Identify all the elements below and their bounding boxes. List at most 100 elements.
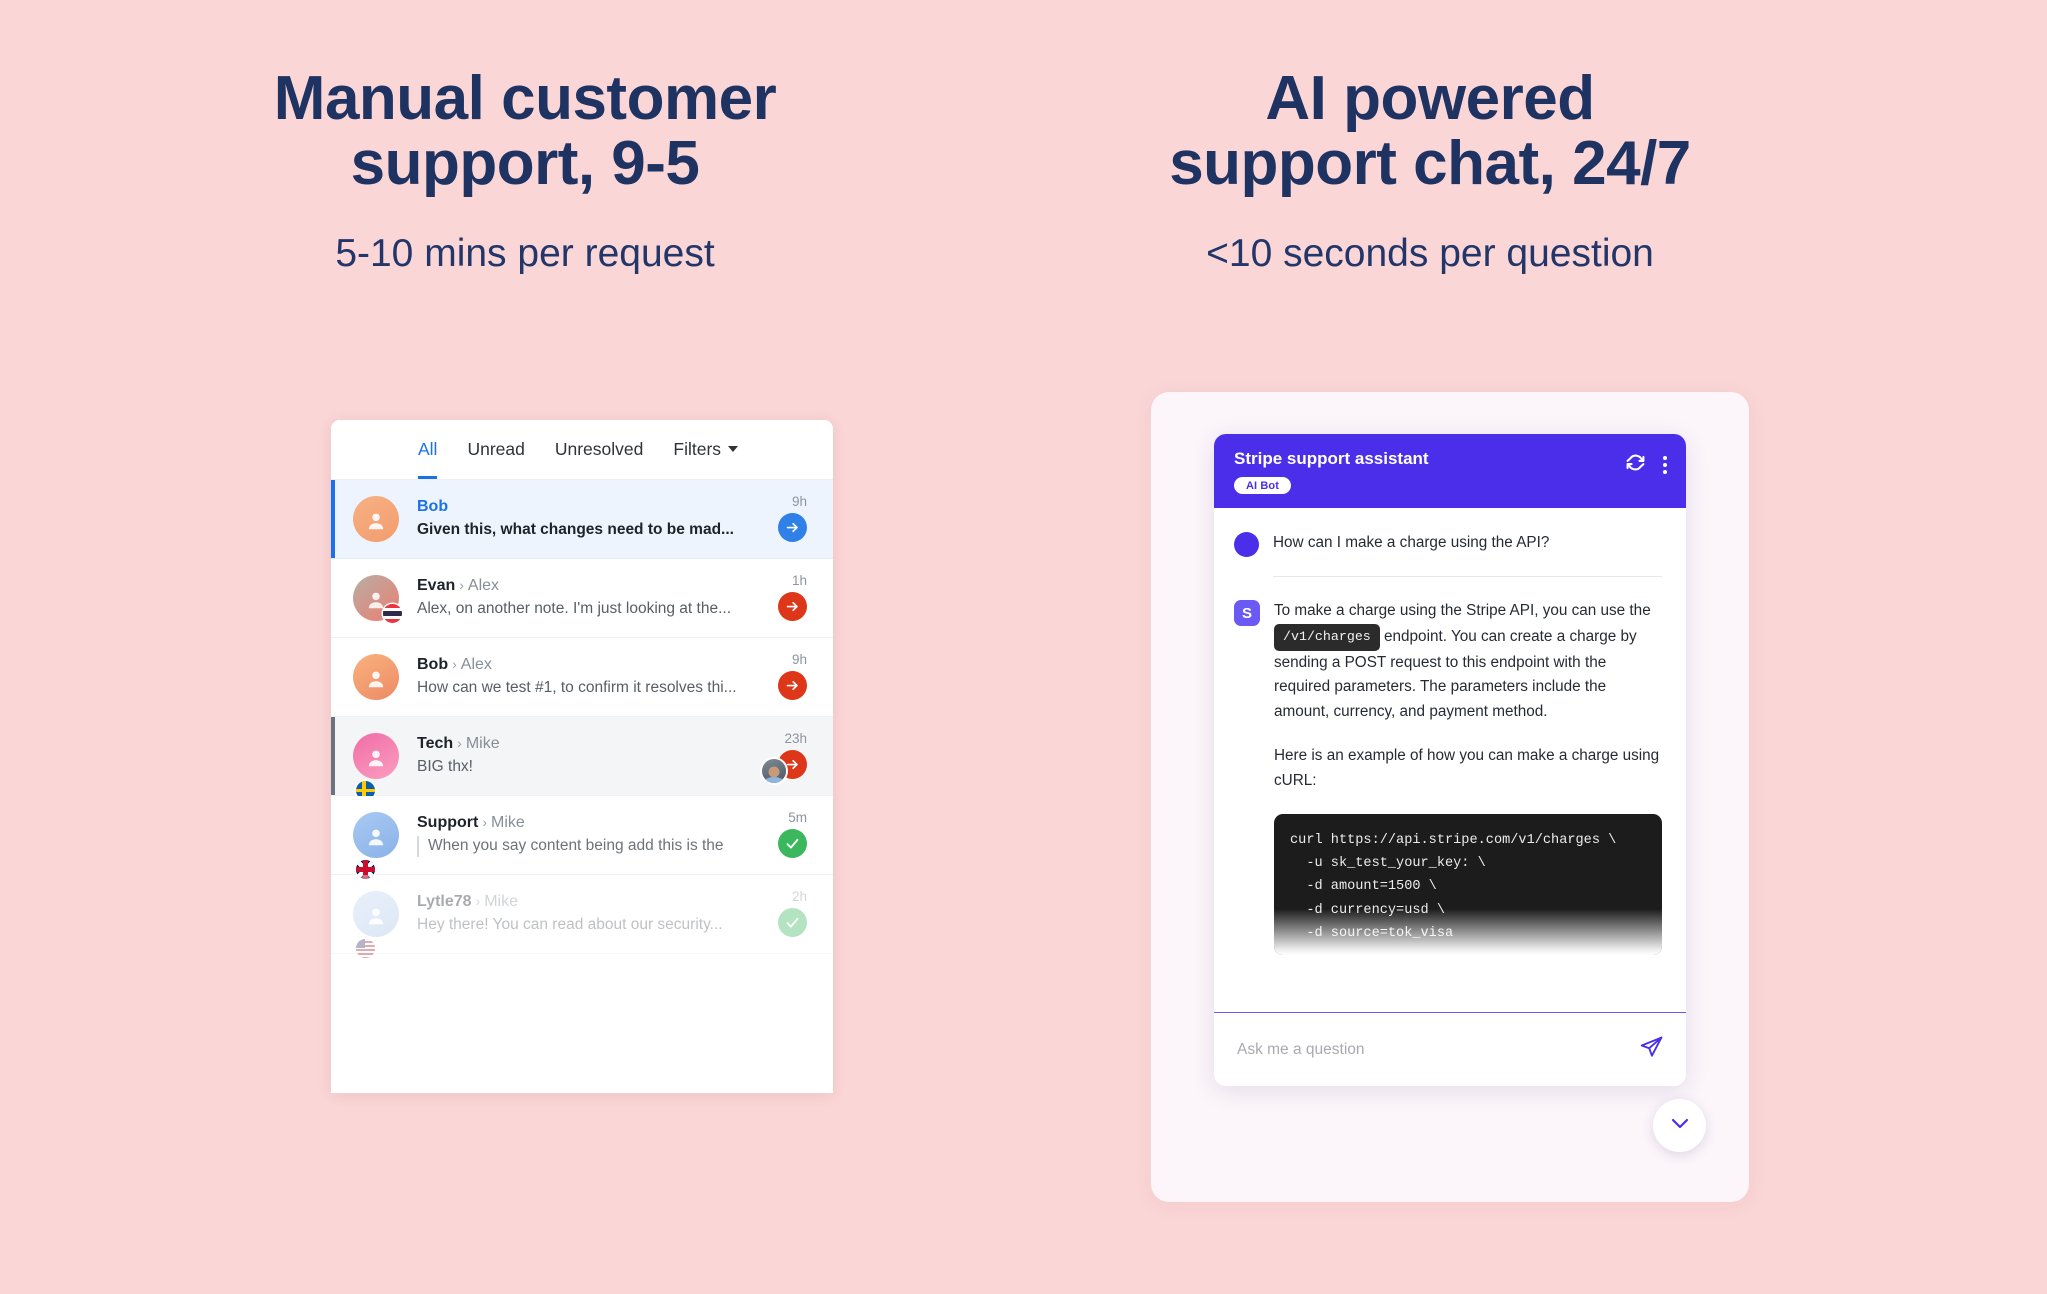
- tab-unread-label: Unread: [467, 439, 525, 459]
- chat-message-text: How can I make a charge using the API?: [1273, 530, 1549, 557]
- table-row[interactable]: Bob Given this, what changes need to be …: [331, 480, 833, 559]
- search-input[interactable]: [1237, 1040, 1629, 1059]
- inbox-panel: All Unread Unresolved Filters Bob Given …: [331, 420, 833, 1093]
- row-recipient: Mike: [465, 735, 500, 753]
- row-participants: Lytle78 › Mike: [417, 892, 751, 912]
- user-question: How can I make a charge using the API?: [1273, 534, 1550, 552]
- row-meta: 2h: [751, 875, 807, 953]
- row-preview: Given this, what changes need to be mad.…: [417, 521, 734, 539]
- row-timestamp: 5m: [788, 810, 807, 825]
- row-preview: How can we test #1, to confirm it resolv…: [417, 679, 737, 697]
- arrow-right-icon[interactable]: [778, 592, 807, 621]
- chat-message-text: To make a charge using the Stripe API, y…: [1274, 598, 1662, 956]
- check-icon[interactable]: [778, 908, 807, 937]
- right-column-heading: AI powered support chat, 24/7 <10 second…: [1015, 66, 1845, 276]
- row-content: Support › Mike When you say content being …: [417, 813, 751, 857]
- chat-input-bar: [1214, 1012, 1686, 1086]
- right-column-subtitle: <10 seconds per question: [1206, 232, 1654, 276]
- row-participants: Bob: [417, 497, 751, 517]
- avatar-image: [353, 812, 399, 858]
- chat-message-user: How can I make a charge using the API?: [1234, 530, 1662, 558]
- table-row[interactable]: Lytle78 › Mike Hey there! You can read abo…: [331, 875, 833, 958]
- table-row[interactable]: Tech › Mike BIG thx! 23h: [331, 717, 833, 800]
- row-selection-rail: [331, 875, 335, 953]
- scroll-to-bottom-button[interactable]: [1653, 1099, 1706, 1152]
- chevron-right-icon: ›: [452, 656, 457, 673]
- row-sender: Evan: [417, 577, 456, 595]
- chevron-right-icon: ›: [459, 577, 464, 594]
- tab-unread[interactable]: Unread: [467, 420, 524, 479]
- row-recipient: Alex: [460, 656, 492, 674]
- row-meta: 5m: [751, 796, 807, 874]
- row-selection-rail: [331, 559, 335, 637]
- row-preview: Alex, on another note. I'm just looking …: [417, 600, 732, 618]
- avatar: [1234, 530, 1259, 558]
- avatar: [353, 891, 399, 958]
- row-sender: Tech: [417, 735, 454, 753]
- row-meta: 23h: [751, 717, 807, 795]
- arrow-right-icon[interactable]: [778, 671, 807, 700]
- table-row[interactable]: Bob › Alex How can we test #1, to confirm …: [331, 638, 833, 717]
- row-preview: When you say content being add this is t…: [417, 836, 751, 857]
- table-row[interactable]: Support › Mike When you say content being …: [331, 796, 833, 879]
- row-timestamp: 1h: [791, 573, 807, 588]
- row-sender: Bob: [417, 656, 449, 674]
- check-icon[interactable]: [778, 829, 807, 858]
- avatar-image: [353, 654, 399, 700]
- chevron-right-icon: ›: [475, 893, 481, 910]
- chevron-right-icon: ›: [457, 735, 462, 752]
- more-vertical-icon[interactable]: [1663, 456, 1667, 474]
- chat-header-actions: [1626, 453, 1667, 477]
- poster-stage: Manual customer support, 9-5 5-10 mins p…: [0, 0, 2047, 1294]
- row-selection-rail: [331, 717, 335, 795]
- tab-unresolved[interactable]: Unresolved: [555, 420, 644, 479]
- tab-filters-label: Filters: [673, 439, 722, 459]
- chat-widget: Stripe support assistant AI Bot How can …: [1214, 434, 1686, 1086]
- refresh-icon[interactable]: [1626, 453, 1645, 477]
- row-participants: Bob › Alex: [417, 655, 751, 675]
- row-selection-rail: [331, 796, 335, 874]
- row-content: Bob Given this, what changes need to be …: [417, 497, 751, 540]
- chevron-down-icon: [728, 446, 739, 453]
- message-divider: [1273, 576, 1662, 578]
- tab-all[interactable]: All: [418, 420, 437, 479]
- flag-usa-icon: [356, 939, 375, 958]
- row-sender: Support: [417, 814, 479, 832]
- chat-message-assistant: S To make a charge using the Stripe API,…: [1234, 598, 1662, 956]
- conversation-list: Bob Given this, what changes need to be …: [331, 480, 833, 958]
- avatar: [353, 654, 399, 700]
- left-column-heading: Manual customer support, 9-5 5-10 mins p…: [160, 66, 890, 276]
- table-row[interactable]: Evan › Alex Alex, on another note. I'm jus…: [331, 559, 833, 638]
- row-participants: Support › Mike: [417, 813, 751, 833]
- chevron-down-icon: [1668, 1111, 1692, 1140]
- avatar-image: [353, 496, 399, 542]
- row-content: Lytle78 › Mike Hey there! You can read abo…: [417, 892, 751, 935]
- row-meta: 9h: [751, 638, 807, 716]
- tab-all-label: All: [418, 439, 438, 459]
- row-meta: 9h: [751, 480, 807, 558]
- assignee-avatar: [762, 759, 786, 783]
- row-content: Evan › Alex Alex, on another note. I'm jus…: [417, 576, 751, 619]
- row-timestamp: 2h: [791, 889, 807, 904]
- code-block-curl: curl https://api.stripe.com/v1/charges \…: [1274, 813, 1662, 956]
- row-timestamp: 9h: [791, 652, 807, 667]
- row-selection-rail: [331, 480, 335, 558]
- row-sender: Bob: [417, 498, 449, 516]
- chat-header: Stripe support assistant AI Bot: [1214, 434, 1686, 509]
- inline-code-endpoint: /v1/charges: [1274, 624, 1380, 651]
- status-badge: AI Bot: [1234, 477, 1291, 495]
- chat-message-list[interactable]: How can I make a charge using the API? S…: [1214, 508, 1686, 1012]
- tab-filters[interactable]: Filters: [673, 420, 739, 479]
- assistant-paragraph-2: Here is an example of how you can make a…: [1274, 746, 1660, 789]
- left-column-title: Manual customer support, 9-5: [273, 64, 777, 199]
- row-timestamp: 9h: [791, 494, 807, 509]
- row-recipient: Mike: [491, 814, 525, 832]
- row-meta: 1h: [751, 559, 807, 637]
- send-paper-plane-icon[interactable]: [1639, 1035, 1664, 1065]
- chevron-right-icon: ›: [482, 814, 487, 831]
- chat-header-text: Stripe support assistant AI Bot: [1234, 449, 1429, 495]
- arrow-right-icon[interactable]: [778, 513, 807, 542]
- row-participants: Evan › Alex: [417, 576, 751, 596]
- avatar-image: [353, 891, 399, 937]
- inbox-tab-bar: All Unread Unresolved Filters: [331, 420, 833, 480]
